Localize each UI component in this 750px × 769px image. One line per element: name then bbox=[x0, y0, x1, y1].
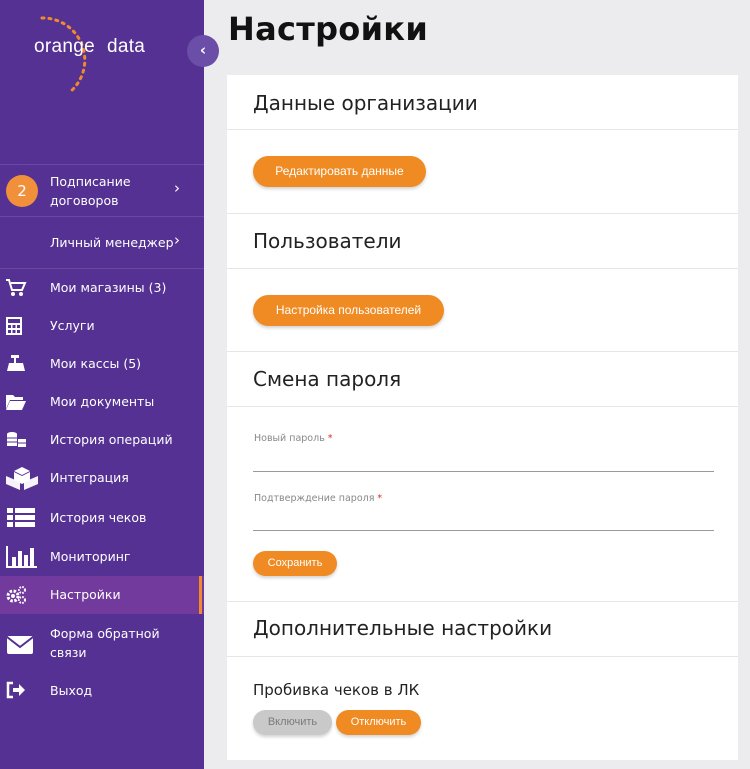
sidebar-item-label: Форма обратной связи bbox=[50, 626, 160, 660]
sidebar-item-label: История чеков bbox=[50, 510, 147, 525]
sidebar-item-label: Личный менеджер bbox=[50, 235, 174, 250]
disable-button[interactable]: Отключить bbox=[336, 710, 421, 735]
settings-card: Данные организации Редактировать данные … bbox=[227, 75, 738, 760]
folder-icon bbox=[6, 395, 26, 410]
chevron-left-icon: ‹ bbox=[199, 41, 207, 59]
chevron-right-icon: › bbox=[174, 231, 180, 249]
logo-text: orange data bbox=[34, 36, 145, 58]
cubes-icon bbox=[6, 467, 38, 490]
section-header-org: Данные организации bbox=[227, 75, 738, 130]
sidebar-collapse-button[interactable]: ‹ bbox=[187, 35, 219, 67]
new-password-label-text: Новый пароль bbox=[254, 433, 325, 444]
sidebar-item-label: Услуги bbox=[50, 318, 95, 333]
coins-icon bbox=[7, 432, 26, 447]
calculator-icon bbox=[6, 317, 22, 335]
sidebar-item-label: Подписание договоров bbox=[50, 174, 131, 208]
required-mark: * bbox=[377, 493, 383, 504]
sidebar-item-settings[interactable]: Настройки bbox=[0, 576, 204, 614]
sidebar-item-feedback[interactable]: Форма обратной связи bbox=[0, 614, 204, 672]
section-title: Смена пароля bbox=[253, 367, 402, 391]
sidebar-item-receipts[interactable]: История чеков bbox=[0, 497, 204, 537]
sidebar-item-documents[interactable]: Мои документы bbox=[0, 383, 204, 421]
sign-out-icon bbox=[6, 681, 25, 699]
sidebar-item-shops[interactable]: Мои магазины (3) bbox=[0, 269, 204, 307]
section-header-extra: Дополнительные настройки bbox=[227, 602, 738, 657]
sidebar-item-registers[interactable]: Мои кассы (5) bbox=[0, 345, 204, 383]
user-settings-button[interactable]: Настройка пользователей bbox=[253, 295, 444, 326]
sidebar-item-logout[interactable]: Выход bbox=[0, 672, 204, 710]
sidebar-item-label: Мои кассы (5) bbox=[50, 356, 142, 371]
section-header-users: Пользователи bbox=[227, 214, 738, 269]
sidebar-item-label: Мониторинг bbox=[50, 549, 131, 564]
sidebar-item-label: История операций bbox=[50, 432, 173, 447]
sidebar-item-manager[interactable]: Личный менеджер › bbox=[0, 217, 204, 268]
sidebar-item-label: Мои магазины (3) bbox=[50, 280, 167, 295]
logo-part-data: data bbox=[106, 36, 146, 57]
enable-button[interactable]: Включить bbox=[253, 710, 332, 735]
sidebar: orange data 2 Подписание договоров › Личн… bbox=[0, 0, 204, 769]
notification-badge: 2 bbox=[6, 175, 38, 207]
edit-data-button[interactable]: Редактировать данные bbox=[253, 156, 426, 187]
receipts-setting-label: Пробивка чеков в ЛК bbox=[253, 681, 420, 699]
section-header-password: Смена пароля bbox=[227, 352, 738, 407]
sidebar-item-operations[interactable]: История операций bbox=[0, 421, 204, 459]
logo[interactable]: orange data bbox=[0, 0, 204, 150]
bar-chart-icon bbox=[6, 546, 37, 568]
logo-part-orange: orange bbox=[34, 36, 95, 57]
sidebar-item-integration[interactable]: Интеграция bbox=[0, 459, 204, 497]
sidebar-item-monitoring[interactable]: Мониторинг bbox=[0, 537, 204, 576]
required-mark: * bbox=[327, 433, 333, 444]
section-title: Данные организации bbox=[253, 91, 478, 115]
sidebar-item-label: Интеграция bbox=[50, 470, 129, 485]
section-title: Дополнительные настройки bbox=[253, 616, 553, 640]
save-password-button[interactable]: Сохранить bbox=[253, 551, 337, 576]
register-icon bbox=[7, 355, 25, 371]
sidebar-item-contracts[interactable]: 2 Подписание договоров › bbox=[0, 165, 204, 216]
chevron-right-icon: › bbox=[174, 179, 180, 197]
confirm-password-input[interactable] bbox=[253, 509, 714, 531]
section-title: Пользователи bbox=[253, 229, 402, 253]
list-icon bbox=[7, 508, 35, 527]
page-title: Настройки bbox=[228, 10, 429, 48]
sidebar-item-label: Настройки bbox=[50, 587, 121, 602]
sidebar-item-services[interactable]: Услуги bbox=[0, 307, 204, 345]
cart-icon bbox=[6, 279, 27, 296]
envelope-icon bbox=[6, 636, 34, 654]
sidebar-item-label: Мои документы bbox=[50, 394, 155, 409]
sidebar-item-label: Выход bbox=[50, 683, 93, 698]
confirm-password-label: Подтверждение пароля * bbox=[254, 493, 382, 504]
confirm-password-label-text: Подтверждение пароля bbox=[254, 493, 375, 504]
new-password-label: Новый пароль * bbox=[254, 433, 333, 444]
gears-icon bbox=[6, 586, 26, 604]
new-password-input[interactable] bbox=[253, 450, 714, 472]
